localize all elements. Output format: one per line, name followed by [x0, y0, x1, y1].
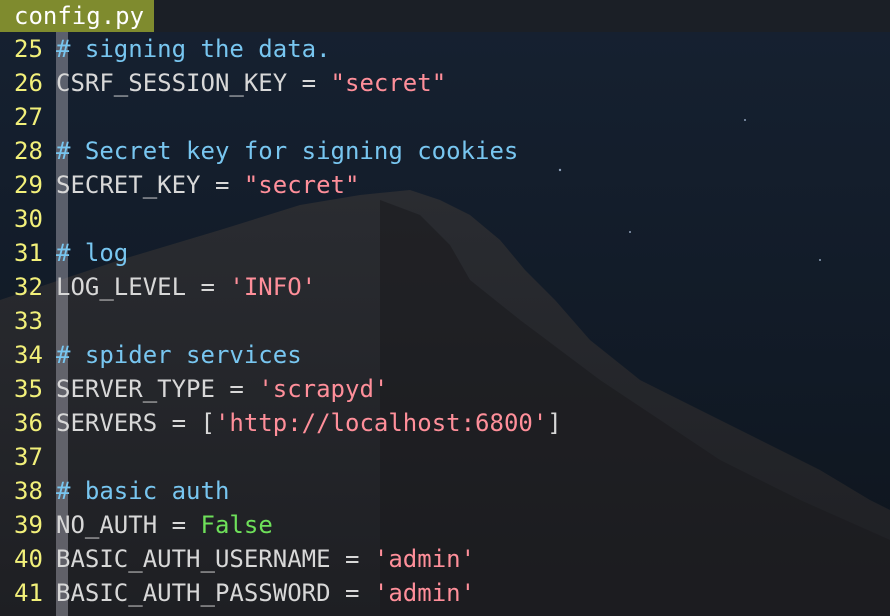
code-token-ident: SECRET_KEY — [56, 171, 201, 199]
code-token-comment: # spider services — [56, 341, 302, 369]
code-token-string: "secret" — [243, 171, 360, 199]
code-line[interactable]: 40 BASIC_AUTH_USERNAME = 'admin' — [0, 542, 890, 576]
code-token-comment: # signing the data. — [56, 35, 331, 63]
code-text[interactable]: # basic auth — [56, 474, 229, 508]
code-text[interactable]: BASIC_AUTH_PASSWORD = 'admin' — [56, 576, 475, 610]
code-text[interactable]: # Secret key for signing cookies — [56, 134, 518, 168]
code-line[interactable]: 34 # spider services — [0, 338, 890, 372]
code-line[interactable]: 25 # signing the data. — [0, 32, 890, 66]
line-number: 31 — [14, 239, 43, 267]
code-token-op: ] — [547, 409, 562, 437]
code-token-op: = — [200, 171, 244, 199]
code-text[interactable]: # log — [56, 236, 128, 270]
code-text[interactable]: SECRET_KEY = "secret" — [56, 168, 359, 202]
line-number: 40 — [14, 545, 43, 573]
code-text[interactable]: SERVERS = ['http://localhost:6800'] — [56, 406, 562, 440]
code-line[interactable]: 39 NO_AUTH = False — [0, 508, 890, 542]
code-text[interactable]: SERVER_TYPE = 'scrapyd' — [56, 372, 388, 406]
line-number: 30 — [14, 205, 43, 233]
line-number: 29 — [14, 171, 43, 199]
code-token-string: 'INFO' — [229, 273, 317, 301]
code-token-ident: LOG_LEVEL — [56, 273, 187, 301]
code-line[interactable]: 31 # log — [0, 236, 890, 270]
line-number: 28 — [14, 137, 43, 165]
line-number: 38 — [14, 477, 43, 505]
code-token-comment: # Secret key for signing cookies — [56, 137, 519, 165]
code-line[interactable]: 41 BASIC_AUTH_PASSWORD = 'admin' — [0, 576, 890, 610]
code-token-string: 'http://localhost:6800' — [214, 409, 548, 437]
code-editor[interactable]: config.py 25 # signing the data. 26 CSRF_SE… — [0, 0, 890, 616]
code-token-ident: CSRF_SESSION_KEY — [56, 69, 288, 97]
code-text[interactable]: NO_AUTH = False — [56, 508, 273, 542]
code-token-op: = — [214, 375, 259, 403]
tab-bar: config.py — [0, 0, 890, 32]
code-token-const: False — [200, 511, 273, 539]
code-line[interactable]: 30 — [0, 202, 890, 236]
code-line[interactable]: 26 CSRF_SESSION_KEY = "secret" — [0, 66, 890, 100]
code-token-ident: NO_AUTH — [56, 511, 158, 539]
line-number: 35 — [14, 375, 43, 403]
code-token-string: 'admin' — [373, 545, 476, 573]
tab-config-py[interactable]: config.py — [0, 0, 154, 32]
line-number: 39 — [14, 511, 43, 539]
code-line[interactable]: 27 — [0, 100, 890, 134]
line-number: 36 — [14, 409, 43, 437]
code-text[interactable]: CSRF_SESSION_KEY = "secret" — [56, 66, 446, 100]
code-token-op: = — [330, 545, 374, 573]
code-text[interactable]: # signing the data. — [56, 32, 331, 66]
line-number: 41 — [14, 579, 43, 607]
code-lines[interactable]: 25 # signing the data. 26 CSRF_SESSION_KEY … — [0, 32, 890, 610]
code-token-ident: BASIC_AUTH_PASSWORD — [56, 579, 331, 607]
code-token-comment: # log — [56, 239, 129, 267]
code-token-ident: SERVERS — [56, 409, 158, 437]
code-token-op: = — [330, 579, 374, 607]
code-token-comment: # basic auth — [56, 477, 230, 505]
code-text[interactable]: BASIC_AUTH_USERNAME = 'admin' — [56, 542, 475, 576]
code-line[interactable]: 36 SERVERS = ['http://localhost:6800'] — [0, 406, 890, 440]
code-token-string: 'scrapyd' — [258, 375, 389, 403]
code-line[interactable]: 28 # Secret key for signing cookies — [0, 134, 890, 168]
code-line[interactable]: 32 LOG_LEVEL = 'INFO' — [0, 270, 890, 304]
line-number: 27 — [14, 103, 43, 131]
code-token-string: "secret" — [330, 69, 447, 97]
line-number: 25 — [14, 35, 43, 63]
code-line[interactable]: 38 # basic auth — [0, 474, 890, 508]
code-text[interactable]: # spider services — [56, 338, 302, 372]
code-token-ident: SERVER_TYPE — [56, 375, 215, 403]
line-number: 32 — [14, 273, 43, 301]
code-text[interactable]: LOG_LEVEL = 'INFO' — [56, 270, 316, 304]
code-token-string: 'admin' — [373, 579, 476, 607]
code-token-ident: BASIC_AUTH_USERNAME — [56, 545, 331, 573]
code-token-op: = — [157, 511, 201, 539]
code-token-op: = — [287, 69, 331, 97]
line-number: 34 — [14, 341, 43, 369]
code-line[interactable]: 29 SECRET_KEY = "secret" — [0, 168, 890, 202]
line-number: 37 — [14, 443, 43, 471]
code-token-op: = [ — [157, 409, 215, 437]
line-number: 33 — [14, 307, 43, 335]
code-token-op: = — [186, 273, 230, 301]
code-line[interactable]: 33 — [0, 304, 890, 338]
code-line[interactable]: 35 SERVER_TYPE = 'scrapyd' — [0, 372, 890, 406]
code-line[interactable]: 37 — [0, 440, 890, 474]
line-number: 26 — [14, 69, 43, 97]
